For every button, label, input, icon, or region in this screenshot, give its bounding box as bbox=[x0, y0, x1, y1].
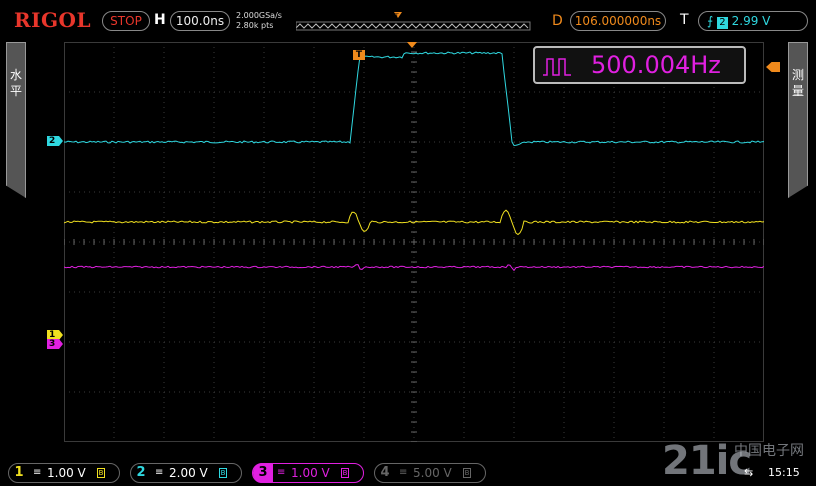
channel-1-offset-marker[interactable]: 1 bbox=[47, 330, 63, 340]
channel-1-settings[interactable]: 1 ≡ 1.00 V B bbox=[8, 463, 120, 483]
usb-icon: ⇆ bbox=[744, 466, 754, 479]
measure-menu-tab[interactable]: 测量 bbox=[788, 42, 808, 198]
bandwidth-limit-icon: B bbox=[97, 468, 105, 478]
channel-3-number: 3 bbox=[253, 463, 273, 483]
watermark-subtext: 中国电子网 bbox=[734, 443, 804, 459]
delay-label: D bbox=[552, 13, 563, 29]
timebase-value[interactable]: 100.0ns bbox=[170, 11, 230, 31]
channel-3-settings[interactable]: 3 ≡ 1.00 V B bbox=[252, 463, 364, 483]
channel-1-scale: 1.00 V bbox=[47, 466, 86, 480]
dc-coupling-icon: ≡ bbox=[277, 467, 286, 478]
channel-2-number: 2 bbox=[136, 465, 146, 480]
bandwidth-limit-icon: B bbox=[463, 468, 471, 478]
bandwidth-limit-icon: B bbox=[341, 468, 349, 478]
timebase-label: H bbox=[154, 12, 166, 28]
dc-coupling-icon: ≡ bbox=[399, 467, 408, 478]
trigger-settings[interactable]: ⨍ 2 2.99 V bbox=[698, 11, 808, 31]
delay-value[interactable]: 106.000000ns bbox=[570, 11, 666, 31]
dc-coupling-icon: ≡ bbox=[33, 467, 42, 478]
top-status-bar: RIGOL STOP H 100.0ns 2.000GSa/s 2.80k pt… bbox=[0, 0, 816, 40]
horizontal-menu-label: 水平 bbox=[9, 68, 22, 98]
brand-logo: RIGOL bbox=[14, 8, 92, 32]
sample-rate: 2.000GSa/s bbox=[236, 11, 282, 20]
bandwidth-limit-icon: B bbox=[219, 468, 227, 478]
svg-text:T: T bbox=[394, 13, 399, 20]
dc-coupling-icon: ≡ bbox=[155, 467, 164, 478]
memory-overview-bar: T bbox=[296, 12, 531, 31]
waveform-display[interactable] bbox=[64, 42, 764, 442]
channel-4-settings[interactable]: 4 ≡ 5.00 V B bbox=[374, 463, 486, 483]
run-stop-indicator[interactable]: STOP bbox=[102, 11, 150, 31]
trigger-label: T bbox=[680, 12, 689, 28]
trigger-time-marker bbox=[407, 42, 417, 48]
channel-4-number: 4 bbox=[380, 465, 390, 480]
trigger-source: 2 bbox=[717, 17, 728, 29]
trigger-level-marker[interactable] bbox=[766, 62, 780, 72]
channel-2-scale: 2.00 V bbox=[169, 466, 208, 480]
channel-3-offset-marker[interactable]: 3 bbox=[47, 339, 63, 349]
channel-3-scale: 1.00 V bbox=[291, 466, 330, 480]
trigger-level: 2.99 V bbox=[731, 14, 771, 28]
channel-2-offset-marker[interactable]: 2 bbox=[47, 136, 63, 146]
acquisition-info: 2.000GSa/s 2.80k pts bbox=[236, 11, 282, 31]
rising-edge-icon: ⨍ bbox=[707, 14, 714, 28]
channel-2-settings[interactable]: 2 ≡ 2.00 V B bbox=[130, 463, 242, 483]
square-wave-icon bbox=[543, 58, 571, 76]
channel-3-trace bbox=[64, 264, 764, 272]
horizontal-menu-tab[interactable]: 水平 bbox=[6, 42, 26, 198]
system-clock: 15:15 bbox=[768, 466, 800, 479]
memory-depth: 2.80k pts bbox=[236, 21, 274, 30]
measure-menu-label: 测量 bbox=[791, 68, 804, 98]
channel-4-scale: 5.00 V bbox=[413, 466, 452, 480]
channel-1-number: 1 bbox=[14, 465, 24, 480]
frequency-measurement: 500.004Hz bbox=[533, 46, 746, 84]
graticule-grid bbox=[64, 42, 764, 442]
frequency-value: 500.004Hz bbox=[591, 51, 721, 79]
channel-1-trace bbox=[64, 209, 764, 236]
trigger-marker-label: T bbox=[353, 50, 365, 60]
